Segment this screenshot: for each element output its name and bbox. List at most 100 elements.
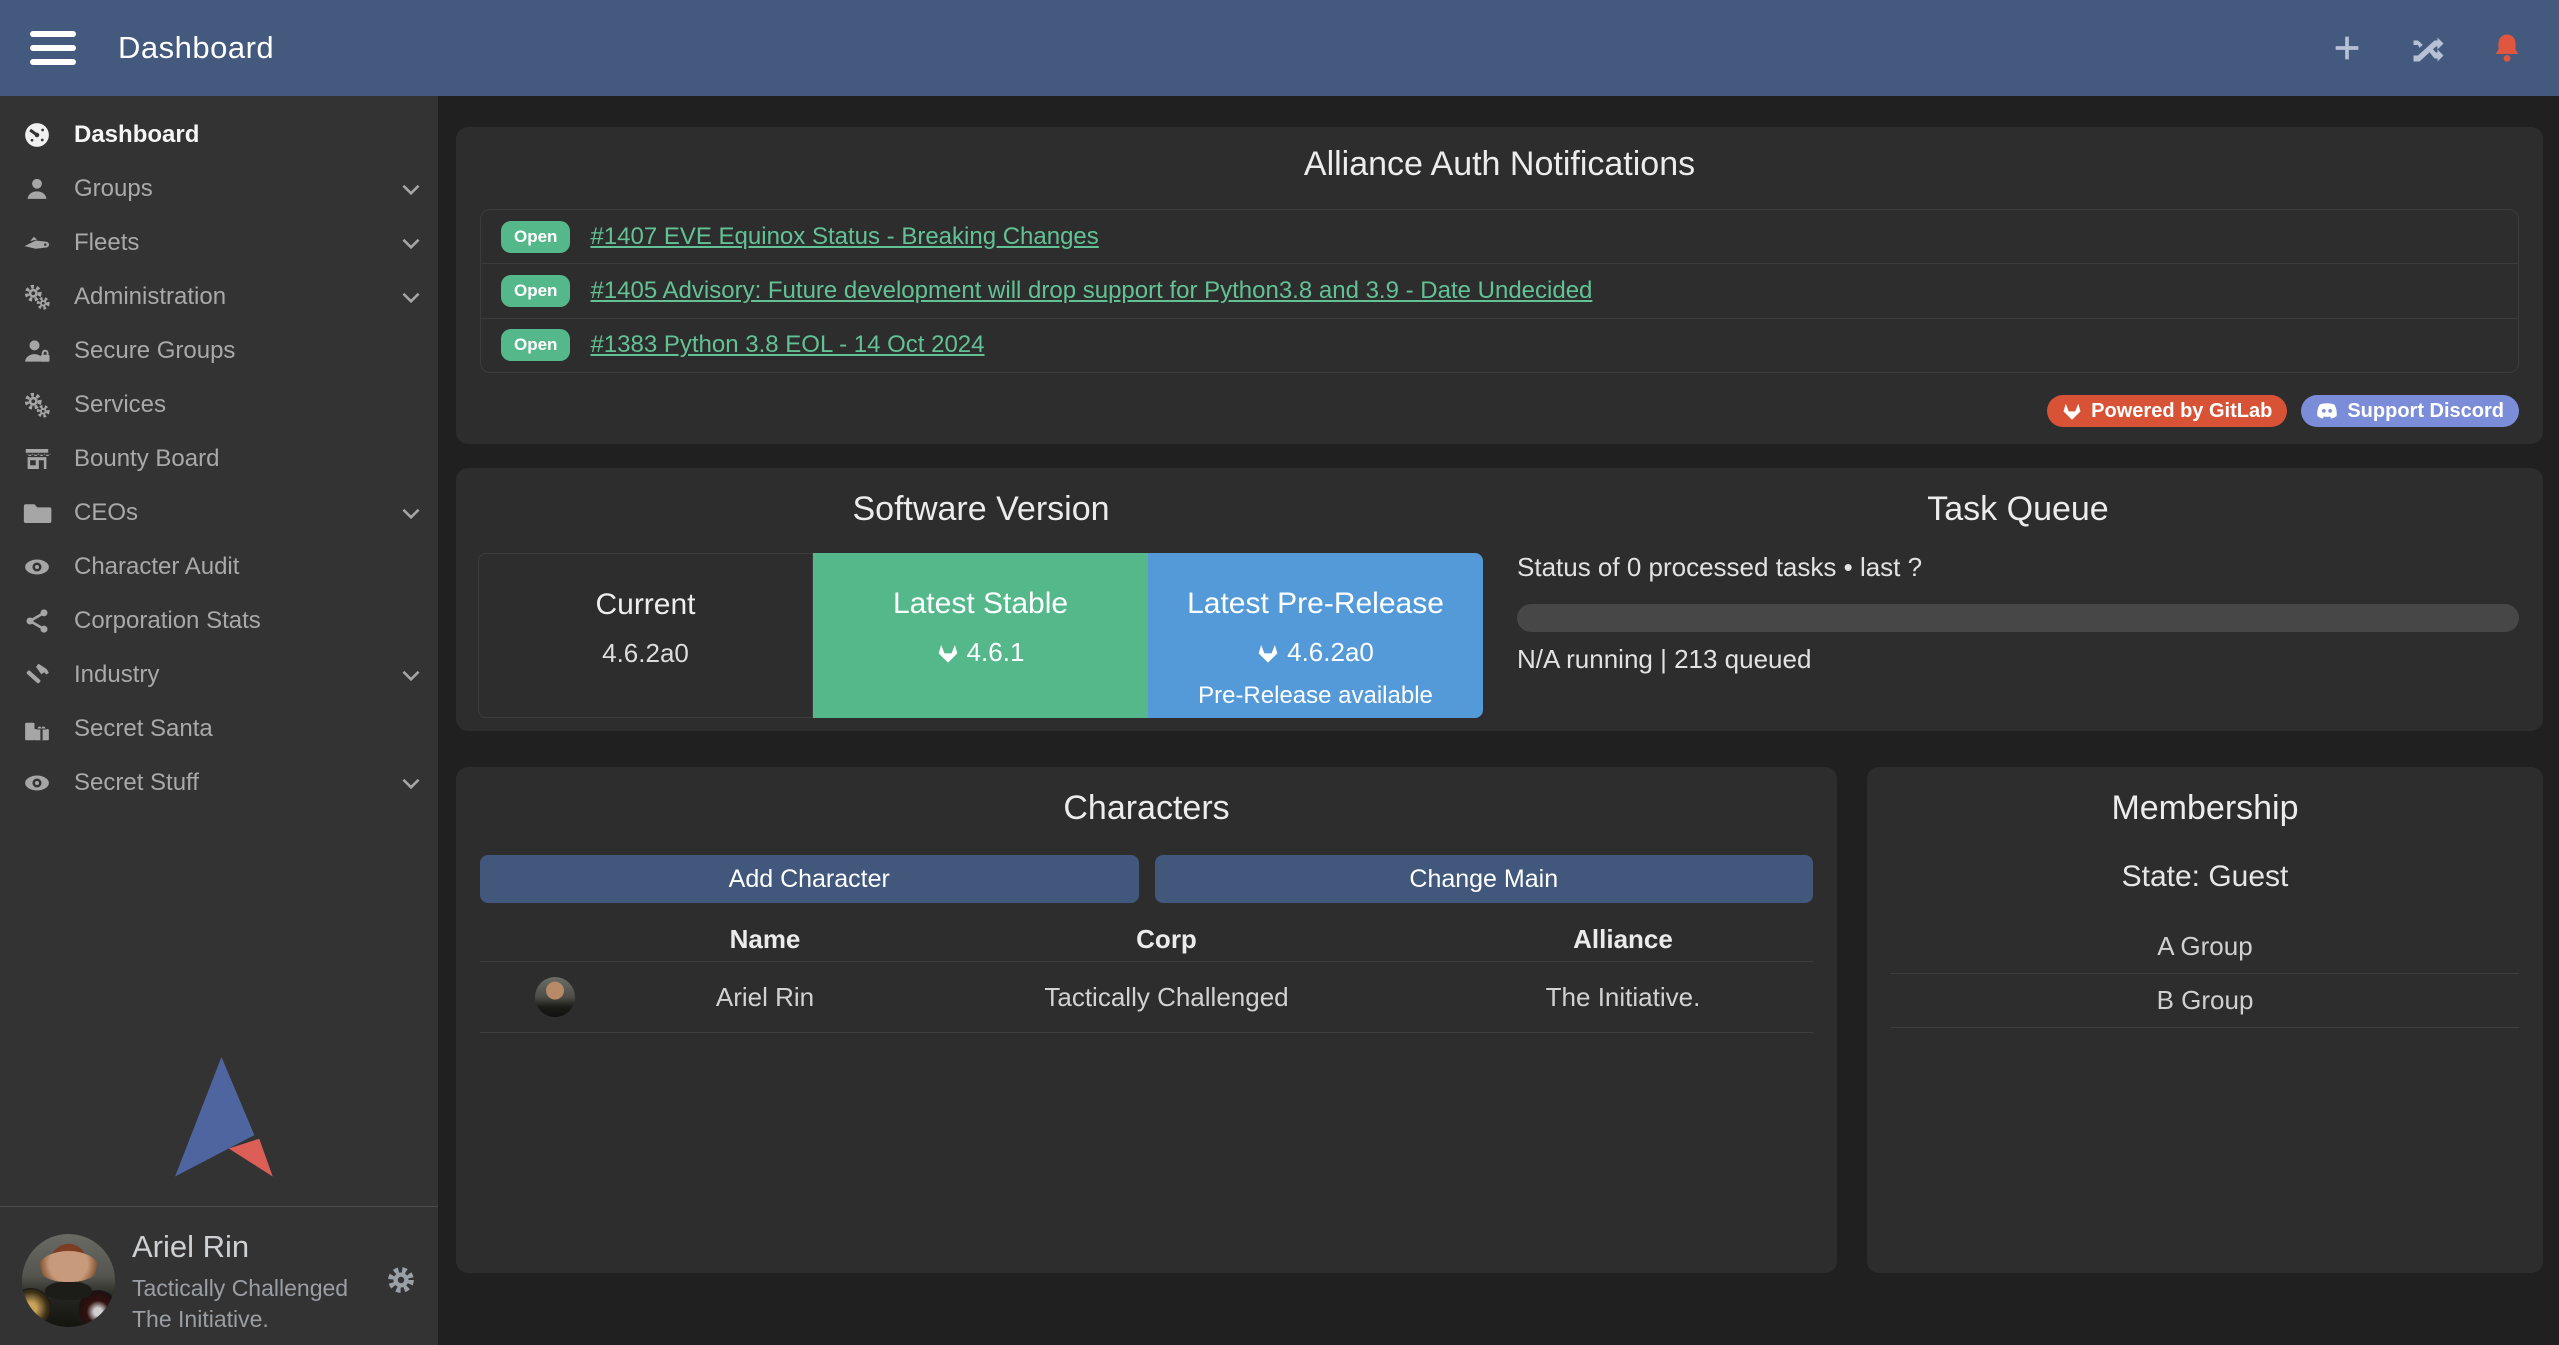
gitlab-badge-label: Powered by GitLab xyxy=(2091,400,2272,423)
plus-icon[interactable] xyxy=(2329,30,2365,66)
status-badge: Open xyxy=(501,221,570,253)
discord-badge-label: Support Discord xyxy=(2347,400,2504,423)
sidebar-item-secret-santa[interactable]: Secret Santa xyxy=(0,702,438,756)
sidebar-item-fleets[interactable]: Fleets xyxy=(0,216,438,270)
gears-icon xyxy=(0,282,74,312)
sidebar-item-label: Bounty Board xyxy=(74,445,438,473)
sidebar-item-label: Secret Santa xyxy=(74,715,438,743)
sidebar-item-groups[interactable]: Groups xyxy=(0,162,438,216)
software-version-title: Software Version xyxy=(478,490,1484,529)
version-prerelease-label: Latest Pre-Release xyxy=(1148,587,1483,621)
sidebar-item-label: Groups xyxy=(74,175,384,203)
status-badge: Open xyxy=(501,275,570,307)
character-alliance: The Initiative. xyxy=(1433,982,1813,1013)
discord-badge[interactable]: Support Discord xyxy=(2301,395,2519,427)
notification-link[interactable]: #1407 EVE Equinox Status - Breaking Chan… xyxy=(590,223,1098,251)
notifications-title: Alliance Auth Notifications xyxy=(456,145,2543,184)
share-icon xyxy=(0,607,74,635)
menu-icon[interactable] xyxy=(30,31,76,65)
chevron-down-icon xyxy=(384,176,438,202)
sidebar-item-label: Dashboard xyxy=(74,121,438,149)
membership-groups: A Group B Group xyxy=(1891,920,2519,1028)
sidebar-item-dashboard[interactable]: Dashboard xyxy=(0,108,438,162)
sidebar-item-administration[interactable]: Administration xyxy=(0,270,438,324)
version-boxes: Current 4.6.2a0 Latest Stable 4.6.1 Late… xyxy=(478,553,1483,718)
add-character-button[interactable]: Add Character xyxy=(480,855,1139,903)
gear-icon[interactable] xyxy=(386,1265,416,1300)
alliance-logo-badge xyxy=(78,1290,115,1327)
sidebar-item-ceos[interactable]: CEOs xyxy=(0,486,438,540)
user-alliance: The Initiative. xyxy=(132,1304,372,1335)
gauge-icon xyxy=(0,120,74,150)
version-stable-value: 4.6.1 xyxy=(967,637,1025,668)
task-queue-title: Task Queue xyxy=(1517,490,2519,529)
bell-icon[interactable] xyxy=(2489,30,2525,66)
jet-icon xyxy=(0,228,74,258)
gitlab-icon xyxy=(1257,642,1279,664)
page-title: Dashboard xyxy=(118,30,274,66)
user-avatar xyxy=(22,1234,115,1327)
chevron-down-icon xyxy=(384,662,438,688)
version-stable-label: Latest Stable xyxy=(813,587,1148,621)
version-current-box: Current 4.6.2a0 xyxy=(478,553,813,718)
version-prerelease-value: 4.6.2a0 xyxy=(1287,637,1374,668)
list-item: B Group xyxy=(1891,974,2519,1028)
version-current-value: 4.6.2a0 xyxy=(602,638,689,669)
alliance-auth-logo xyxy=(158,1054,280,1187)
membership-title: Membership xyxy=(1867,789,2543,828)
version-stable-box: Latest Stable 4.6.1 xyxy=(813,553,1148,718)
sidebar-menu: Dashboard Groups Fleets Administration xyxy=(0,96,438,810)
corp-logo-badge xyxy=(22,1288,51,1327)
top-navbar: Dashboard xyxy=(0,0,2559,96)
sidebar-item-character-audit[interactable]: Character Audit xyxy=(0,540,438,594)
gitlab-icon xyxy=(937,642,959,664)
shop-icon xyxy=(0,444,74,474)
sidebar-item-label: Industry xyxy=(74,661,384,689)
sidebar-item-label: CEOs xyxy=(74,499,384,527)
hammer-icon xyxy=(0,660,74,690)
sidebar-item-label: Administration xyxy=(74,283,384,311)
notifications-list: Open #1407 EVE Equinox Status - Breaking… xyxy=(480,209,2519,373)
user-lock-icon xyxy=(0,336,74,366)
user-corp: Tactically Challenged xyxy=(132,1273,372,1304)
notification-link[interactable]: #1405 Advisory: Future development will … xyxy=(590,277,1592,305)
chevron-down-icon xyxy=(384,230,438,256)
notification-item: Open #1405 Advisory: Future development … xyxy=(481,263,2518,317)
sidebar: Dashboard Groups Fleets Administration xyxy=(0,96,438,1345)
sidebar-item-industry[interactable]: Industry xyxy=(0,648,438,702)
column-header-corp: Corp xyxy=(900,924,1433,955)
notification-link[interactable]: #1383 Python 3.8 EOL - 14 Oct 2024 xyxy=(590,331,984,359)
sidebar-item-corporation-stats[interactable]: Corporation Stats xyxy=(0,594,438,648)
sidebar-item-services[interactable]: Services xyxy=(0,378,438,432)
list-item: A Group xyxy=(1891,920,2519,974)
sidebar-item-label: Secret Stuff xyxy=(74,769,384,797)
character-portrait xyxy=(535,977,575,1017)
eye-icon xyxy=(0,552,74,582)
membership-state: State: Guest xyxy=(1867,860,2543,894)
gears-icon xyxy=(0,390,74,420)
chevron-down-icon xyxy=(384,284,438,310)
characters-title: Characters xyxy=(456,789,1837,828)
prerelease-note: Pre-Release available xyxy=(1148,682,1483,710)
change-main-button[interactable]: Change Main xyxy=(1155,855,1814,903)
sidebar-item-label: Corporation Stats xyxy=(74,607,438,635)
user-icon xyxy=(0,175,74,203)
chevron-down-icon xyxy=(384,770,438,796)
sidebar-item-label: Services xyxy=(74,391,438,419)
eye-icon xyxy=(0,768,74,798)
membership-panel: Membership State: Guest A Group B Group xyxy=(1867,767,2543,1273)
sidebar-item-secret-stuff[interactable]: Secret Stuff xyxy=(0,756,438,810)
column-header-alliance: Alliance xyxy=(1433,924,1813,955)
gitlab-badge[interactable]: Powered by GitLab xyxy=(2047,395,2287,427)
task-queue-counts: N/A running | 213 queued xyxy=(1517,644,1811,675)
sidebar-item-secure-groups[interactable]: Secure Groups xyxy=(0,324,438,378)
sidebar-item-label: Secure Groups xyxy=(74,337,438,365)
task-queue-progressbar xyxy=(1517,604,2519,632)
character-corp: Tactically Challenged xyxy=(900,982,1433,1013)
version-current-label: Current xyxy=(479,588,812,622)
user-panel: Ariel Rin Tactically Challenged The Init… xyxy=(0,1207,438,1345)
shuffle-icon[interactable] xyxy=(2409,30,2445,66)
folder-icon xyxy=(0,498,74,528)
version-prerelease-box: Latest Pre-Release 4.6.2a0 Pre-Release a… xyxy=(1148,553,1483,718)
sidebar-item-bounty-board[interactable]: Bounty Board xyxy=(0,432,438,486)
